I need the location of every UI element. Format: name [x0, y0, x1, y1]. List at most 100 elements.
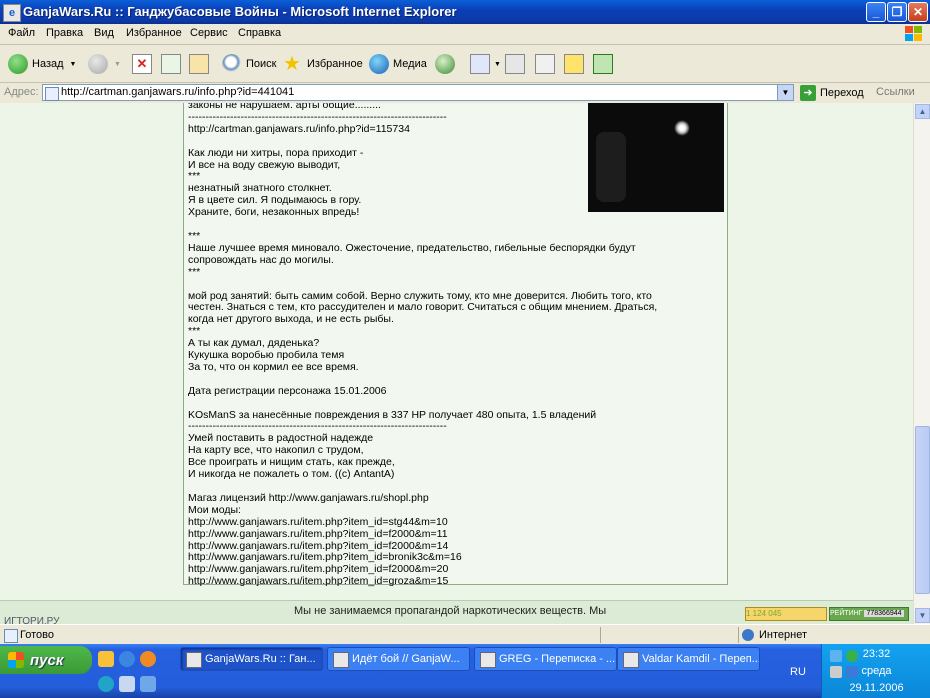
windows-logo-icon [905, 26, 922, 41]
go-button[interactable]: ➜ Переход [800, 84, 864, 102]
go-arrow-icon: ➜ [800, 85, 816, 101]
edit-page-icon [535, 54, 555, 74]
home-icon [189, 54, 209, 74]
system-tray: 23:32 среда 29.11.2006 [821, 644, 930, 698]
window-titlebar[interactable]: e GanjaWars.Ru :: Ганджубасовые Войны - … [0, 0, 930, 24]
task-label: GanjaWars.Ru :: Ган... [205, 653, 316, 665]
counter-value: 1 124 045 [746, 609, 782, 618]
avatar-photo [588, 103, 724, 212]
internet-globe-icon [742, 629, 754, 641]
media-player-icon[interactable] [140, 651, 156, 667]
status-text: Готово [20, 629, 54, 641]
start-button[interactable]: пуск [0, 646, 92, 674]
chevron-down-icon[interactable]: ▼ [777, 85, 793, 100]
security-zone: Интернет [742, 629, 807, 641]
minimize-button[interactable]: _ [866, 2, 886, 22]
chevron-down-icon[interactable]: ▼ [114, 61, 121, 68]
quicklaunch-icon[interactable] [98, 676, 114, 692]
stop-icon: ✕ [132, 54, 152, 74]
search-button[interactable]: Поиск [222, 53, 276, 75]
menu-edit[interactable]: Правка [46, 27, 83, 39]
mail-icon [470, 54, 490, 74]
start-label: пуск [30, 651, 64, 669]
mail-button[interactable]: ▼ [470, 53, 501, 75]
task-greg[interactable]: GREG - Переписка - ... [474, 647, 617, 671]
back-arrow-icon [8, 54, 28, 74]
page-footer: ИГТОРИ.РУ Мы не занимаемся пропагандой н… [0, 600, 913, 624]
close-button[interactable]: ✕ [908, 2, 928, 22]
zone-label: Интернет [759, 629, 807, 641]
clock-time: 23:32 [862, 648, 891, 660]
history-icon [435, 54, 455, 74]
address-url[interactable]: http://cartman.ganjawars.ru/info.php?id=… [61, 86, 294, 98]
media-button[interactable]: Медиа [369, 53, 427, 75]
edit-button[interactable] [535, 53, 559, 75]
discuss-button[interactable] [564, 53, 588, 75]
language-indicator[interactable]: RU [790, 666, 806, 678]
quicklaunch-icon[interactable] [98, 651, 114, 667]
scroll-up-icon[interactable]: ▲ [915, 104, 930, 119]
task-label: Valdar Kamdil - Переп... [642, 653, 760, 665]
refresh-button[interactable] [161, 53, 185, 75]
chevron-down-icon[interactable]: ▼ [494, 61, 501, 68]
menu-help[interactable]: Справка [238, 27, 281, 39]
window-icon [186, 652, 202, 668]
window-title: GanjaWars.Ru :: Ганджубасовые Войны - Mi… [23, 4, 457, 19]
page-icon [4, 629, 18, 643]
clock-date: 29.11.2006 [849, 682, 904, 694]
maximize-button[interactable]: ❐ [887, 2, 907, 22]
forward-arrow-icon [88, 54, 108, 74]
rating-badge[interactable]: РЕЙТИНГ 778366944 [829, 607, 909, 621]
scroll-thumb[interactable] [915, 426, 930, 594]
menu-favorites[interactable]: Избранное [126, 27, 182, 39]
menu-tools[interactable]: Сервис [190, 27, 228, 39]
media-globe-icon [369, 54, 389, 74]
address-bar: Адрес: http://cartman.ganjawars.ru/info.… [0, 83, 930, 103]
window-icon [480, 652, 496, 668]
menu-bar: Файл Правка Вид Избранное Сервис Справка [0, 24, 930, 45]
task-label: GREG - Переписка - ... [499, 653, 616, 665]
scroll-down-icon[interactable]: ▼ [915, 608, 930, 623]
profile-info-panel: законы не нарушаем. арты общие......... … [183, 103, 728, 587]
address-input[interactable]: http://cartman.ganjawars.ru/info.php?id=… [42, 84, 794, 101]
print-button[interactable] [505, 53, 529, 75]
window-icon [623, 652, 639, 668]
stop-button[interactable]: ✕ [132, 53, 156, 75]
printer-icon [505, 54, 525, 74]
page-content: законы не нарушаем. арты общие......... … [0, 103, 913, 624]
search-label: Поиск [246, 58, 277, 70]
desktop-icon[interactable] [119, 676, 135, 692]
note-icon [564, 54, 584, 74]
star-icon: ★ [283, 53, 301, 75]
back-button[interactable]: Назад ▼ [8, 53, 76, 75]
media-label: Медиа [393, 58, 427, 70]
icq-flower-icon [593, 54, 613, 74]
status-bar: Готово Интернет [0, 624, 930, 645]
task-ganjawars[interactable]: GanjaWars.Ru :: Ган... [180, 647, 323, 671]
counter-badge[interactable]: 1 124 045 [745, 607, 827, 621]
forward-button[interactable]: ▼ [88, 53, 121, 75]
search-icon [222, 54, 242, 74]
refresh-icon [161, 54, 181, 74]
task-battle[interactable]: Идёт бой // GanjaW... [327, 647, 470, 671]
quicklaunch-icon[interactable] [140, 676, 156, 692]
vertical-scrollbar[interactable]: ▲ ▼ [913, 103, 930, 624]
rating-value: 778366944 [864, 610, 904, 617]
footer-left-text[interactable]: ИГТОРИ.РУ [4, 616, 59, 624]
ie-quicklaunch-icon[interactable] [119, 651, 135, 667]
taskbar: пуск GanjaWars.Ru :: Ган... Идёт бой // … [0, 644, 930, 698]
ie-icon: e [3, 4, 21, 22]
favorites-button[interactable]: ★ Избранное [283, 53, 363, 75]
footer-disclaimer: Мы не занимаемся пропагандой наркотическ… [294, 605, 607, 617]
menu-view[interactable]: Вид [94, 27, 114, 39]
links-label[interactable]: Ссылки [876, 86, 915, 98]
task-valdar[interactable]: Valdar Kamdil - Переп... [617, 647, 760, 671]
favorites-label: Избранное [307, 58, 363, 70]
history-button[interactable] [435, 53, 459, 75]
chevron-down-icon[interactable]: ▼ [70, 61, 77, 68]
toolbar: Назад ▼ ▼ ✕ Поиск ★ Избранное Медиа ▼ [0, 45, 930, 83]
menu-file[interactable]: Файл [8, 27, 35, 39]
home-button[interactable] [189, 53, 213, 75]
icq-button[interactable] [593, 53, 617, 75]
address-label: Адрес: [4, 86, 39, 98]
